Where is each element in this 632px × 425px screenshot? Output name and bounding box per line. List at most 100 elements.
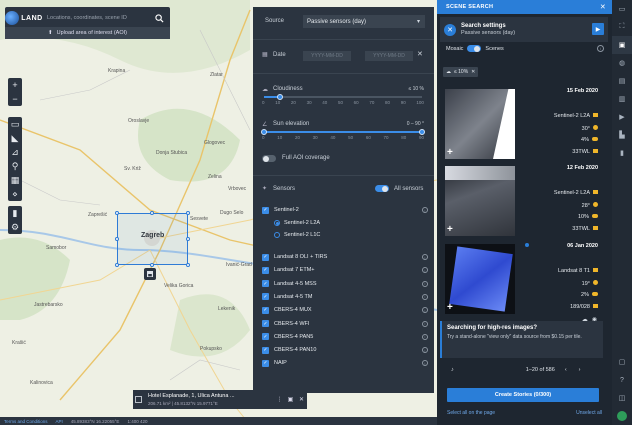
sensor-row[interactable]: ✓ NAIP i [262, 358, 428, 368]
share-icon[interactable]: ⋄ [8, 187, 22, 201]
notification-icon[interactable]: ◫ [612, 389, 632, 407]
checkbox-checked-icon[interactable]: ✓ [262, 293, 269, 301]
previous-page-icon[interactable]: ‹ [565, 367, 567, 373]
aoi-handle[interactable] [115, 237, 119, 241]
all-sensors-toggle[interactable] [375, 185, 389, 192]
aoi-handle[interactable] [150, 263, 154, 267]
radio-selected-icon[interactable] [274, 220, 280, 226]
sensor-row[interactable]: ✓ CBERS-4 PAN10 i [262, 345, 428, 355]
run-search-button[interactable]: ▶ [592, 23, 604, 35]
chart-tab-icon[interactable]: ▮ [612, 144, 632, 162]
image-tab-icon[interactable]: ▣ [612, 36, 632, 54]
scene-card[interactable]: +06 Jan 2020 Landsat 8 T1 19° 2% 189/028 ☁ ◉ [440, 240, 603, 323]
zoom-out-icon[interactable]: − [8, 92, 22, 106]
search-settings-card[interactable]: ✕ Search settings Passive sensors (day) … [440, 17, 608, 42]
aoi-rectangle[interactable] [115, 211, 190, 267]
upload-aoi-button[interactable]: ⬆ Upload area of interest (AOI) [5, 27, 170, 39]
clear-date-icon[interactable]: ✕ [417, 50, 423, 58]
sensor-row[interactable]: ✓ CBERS-4 WFI i [262, 319, 428, 329]
date-from-input[interactable]: YYYY-MM-DD [303, 51, 351, 61]
add-scene-icon[interactable]: + [447, 225, 453, 235]
help-icon[interactable]: ? [612, 371, 632, 389]
sensor-row[interactable]: ✓ CBERS-4 PAN5 i [262, 332, 428, 342]
close-icon[interactable]: ✕ [296, 396, 307, 403]
info-icon[interactable]: i [422, 360, 428, 367]
scene-card[interactable]: +15 Feb 2020 Sentinel-2 L2A 30° 4% 33TWL [440, 85, 603, 161]
globe-tab-icon[interactable]: ◍ [612, 54, 632, 72]
draw-rectangle-icon[interactable]: ▭ [8, 117, 22, 131]
full-aoi-coverage-toggle[interactable] [262, 155, 276, 162]
sensor-row[interactable]: ✓ Landsat 8 OLI + TIRS i [262, 252, 428, 262]
info-icon[interactable]: i [422, 267, 428, 274]
aoi-tab-icon[interactable]: ⛶ [612, 18, 632, 36]
scene-card[interactable]: +12 Feb 2020 Sentinel-2 L2A 28° 10% 33TWL [440, 162, 603, 238]
search-tab-icon[interactable]: ▭ [612, 0, 632, 18]
checkbox-checked-icon[interactable]: ✓ [262, 333, 269, 341]
info-icon[interactable]: i [422, 307, 428, 314]
measure-icon[interactable]: ⊿ [8, 145, 22, 159]
location-search-input[interactable] [43, 10, 152, 26]
info-icon[interactable]: i [597, 45, 604, 52]
layers-tab-icon[interactable]: ▤ [612, 72, 632, 90]
settings-icon[interactable]: ⚙ [8, 220, 22, 234]
draw-polygon-icon[interactable]: ◣ [8, 131, 22, 145]
sensor-row[interactable]: ✓ Landsat 4-5 TM i [262, 292, 428, 302]
terms-link[interactable]: Terms and Conditions [4, 419, 48, 424]
search-icon[interactable] [152, 11, 166, 25]
sensor-row[interactable]: ✓ CBERS-4 MUX i [262, 305, 428, 315]
sun-elevation-slider-track[interactable] [264, 131, 422, 133]
layers-icon[interactable]: ▦ [8, 173, 22, 187]
info-icon[interactable]: i [422, 280, 428, 287]
chart-icon[interactable]: ▮ [8, 206, 22, 220]
high-res-promo[interactable]: Searching for high-res images? Try a sta… [440, 321, 603, 358]
remove-filter-icon[interactable]: ✕ [471, 69, 475, 75]
sensor-row[interactable]: ✓ Landsat 7 ETM+ i [262, 265, 428, 275]
info-icon[interactable]: i [422, 254, 428, 260]
checkbox-checked-icon[interactable]: ✓ [262, 346, 269, 354]
date-to-input[interactable]: YYYY-MM-DD [365, 51, 413, 61]
checkbox-checked-icon[interactable]: ✓ [262, 253, 269, 261]
aoi-handle[interactable] [186, 237, 190, 241]
source-select[interactable]: Passive sensors (day) ▾ [303, 15, 425, 28]
pin-icon[interactable]: ⚲ [8, 159, 22, 173]
aoi-delete-button[interactable] [144, 268, 156, 280]
aoi-handle[interactable] [115, 263, 119, 267]
checkbox-checked-icon[interactable]: ✓ [262, 359, 269, 367]
checkbox-checked-icon[interactable]: ✓ [262, 266, 269, 274]
scene-thumbnail[interactable]: + [445, 89, 515, 159]
checkbox-checked-icon[interactable]: ✓ [262, 306, 269, 314]
checkbox-checked-icon[interactable]: ✓ [262, 206, 269, 214]
mosaic-scenes-toggle[interactable] [467, 45, 482, 52]
info-icon[interactable]: i [422, 293, 428, 300]
radio-unselected-icon[interactable] [274, 232, 280, 238]
user-avatar-icon[interactable] [612, 407, 632, 425]
api-link[interactable]: API [56, 419, 63, 424]
next-page-icon[interactable]: › [579, 367, 581, 373]
aoi-handle[interactable] [115, 211, 119, 215]
sensor-option-l2a[interactable]: Sentinel-2 L2A [274, 218, 428, 228]
bookmark-tab-icon[interactable]: ▙ [612, 126, 632, 144]
sensor-option-l1c[interactable]: Sentinel-2 L1C [274, 230, 428, 240]
sensor-row-sentinel-2[interactable]: ✓ Sentinel-2 i [262, 205, 428, 215]
download-icon[interactable]: ▣ [285, 396, 296, 403]
cloudiness-slider-track[interactable] [264, 96, 422, 98]
unselect-all-link[interactable]: Unselect all [576, 410, 602, 416]
info-icon[interactable]: i [422, 333, 428, 340]
aoi-handle[interactable] [150, 211, 154, 215]
aoi-handle[interactable] [186, 263, 190, 267]
checkbox-checked-icon[interactable]: ✓ [262, 320, 269, 327]
close-panel-icon[interactable]: ✕ [600, 3, 606, 11]
film-tab-icon[interactable]: ▶ [612, 108, 632, 126]
zoom-in-icon[interactable]: + [8, 78, 22, 92]
create-stories-button[interactable]: Create Stories (0/300) [447, 388, 599, 402]
info-icon[interactable]: i [422, 207, 428, 213]
info-icon[interactable]: i [422, 320, 428, 327]
bell-icon[interactable]: ♪ [451, 367, 454, 373]
scene-thumbnail[interactable]: + [445, 166, 515, 236]
aoi-handle[interactable] [186, 211, 190, 215]
app-logo[interactable]: LAND [5, 7, 43, 29]
scene-thumbnail[interactable]: + [445, 244, 515, 314]
checkbox-checked-icon[interactable]: ✓ [262, 280, 269, 288]
chat-icon[interactable]: ▢ [612, 353, 632, 371]
more-icon[interactable]: ⋮ [274, 396, 285, 403]
